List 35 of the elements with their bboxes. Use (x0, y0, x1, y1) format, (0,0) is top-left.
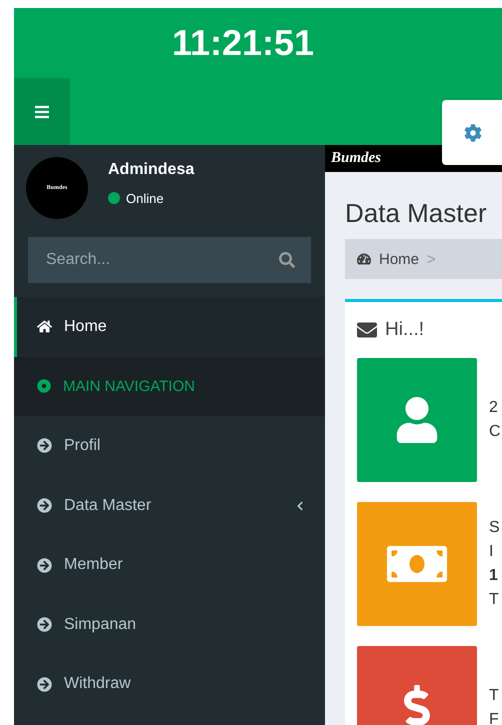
info-text: T (489, 687, 499, 705)
breadcrumb-link[interactable]: Home (379, 250, 420, 268)
menu-item[interactable]: Simpanan (14, 594, 325, 655)
menu-item[interactable]: Member (14, 535, 325, 595)
menu-icon (34, 104, 50, 120)
envelope-icon (357, 320, 377, 340)
info-text: 1 (489, 567, 499, 585)
logo: Bumdes (331, 150, 382, 167)
menu-button[interactable] (14, 78, 70, 145)
dashboard-icon (357, 252, 371, 266)
user-name: Admindesa (108, 160, 194, 178)
settings-icon (464, 124, 482, 142)
info-text: F (489, 711, 499, 725)
search-input[interactable]: Search... (44, 250, 279, 270)
home-icon (37, 319, 52, 334)
info-text: S (489, 519, 500, 537)
box-title: Hi...! (385, 319, 424, 341)
breadcrumb-separator: > (427, 250, 436, 268)
info-text: 2 (489, 399, 499, 417)
search-field[interactable]: Search... (28, 237, 311, 283)
user-icon (394, 397, 440, 443)
info-text: C (489, 423, 501, 441)
info-text: I (489, 543, 494, 561)
settings-button[interactable] (442, 100, 502, 165)
info-text: T (489, 591, 500, 609)
menu-item[interactable]: Profil (14, 416, 325, 476)
user-status: Online (108, 190, 194, 206)
page-title: Data Master (345, 198, 488, 229)
menu-item[interactable]: Data Master (14, 476, 325, 536)
status-dot (108, 192, 120, 204)
menu-item[interactable]: Withdraw (14, 654, 325, 714)
search-icon[interactable] (279, 252, 295, 268)
menu-header: MAIN NAVIGATION (14, 356, 325, 416)
clock: 11:21:51 (172, 22, 314, 64)
menu-item[interactable]: Home (14, 297, 325, 357)
